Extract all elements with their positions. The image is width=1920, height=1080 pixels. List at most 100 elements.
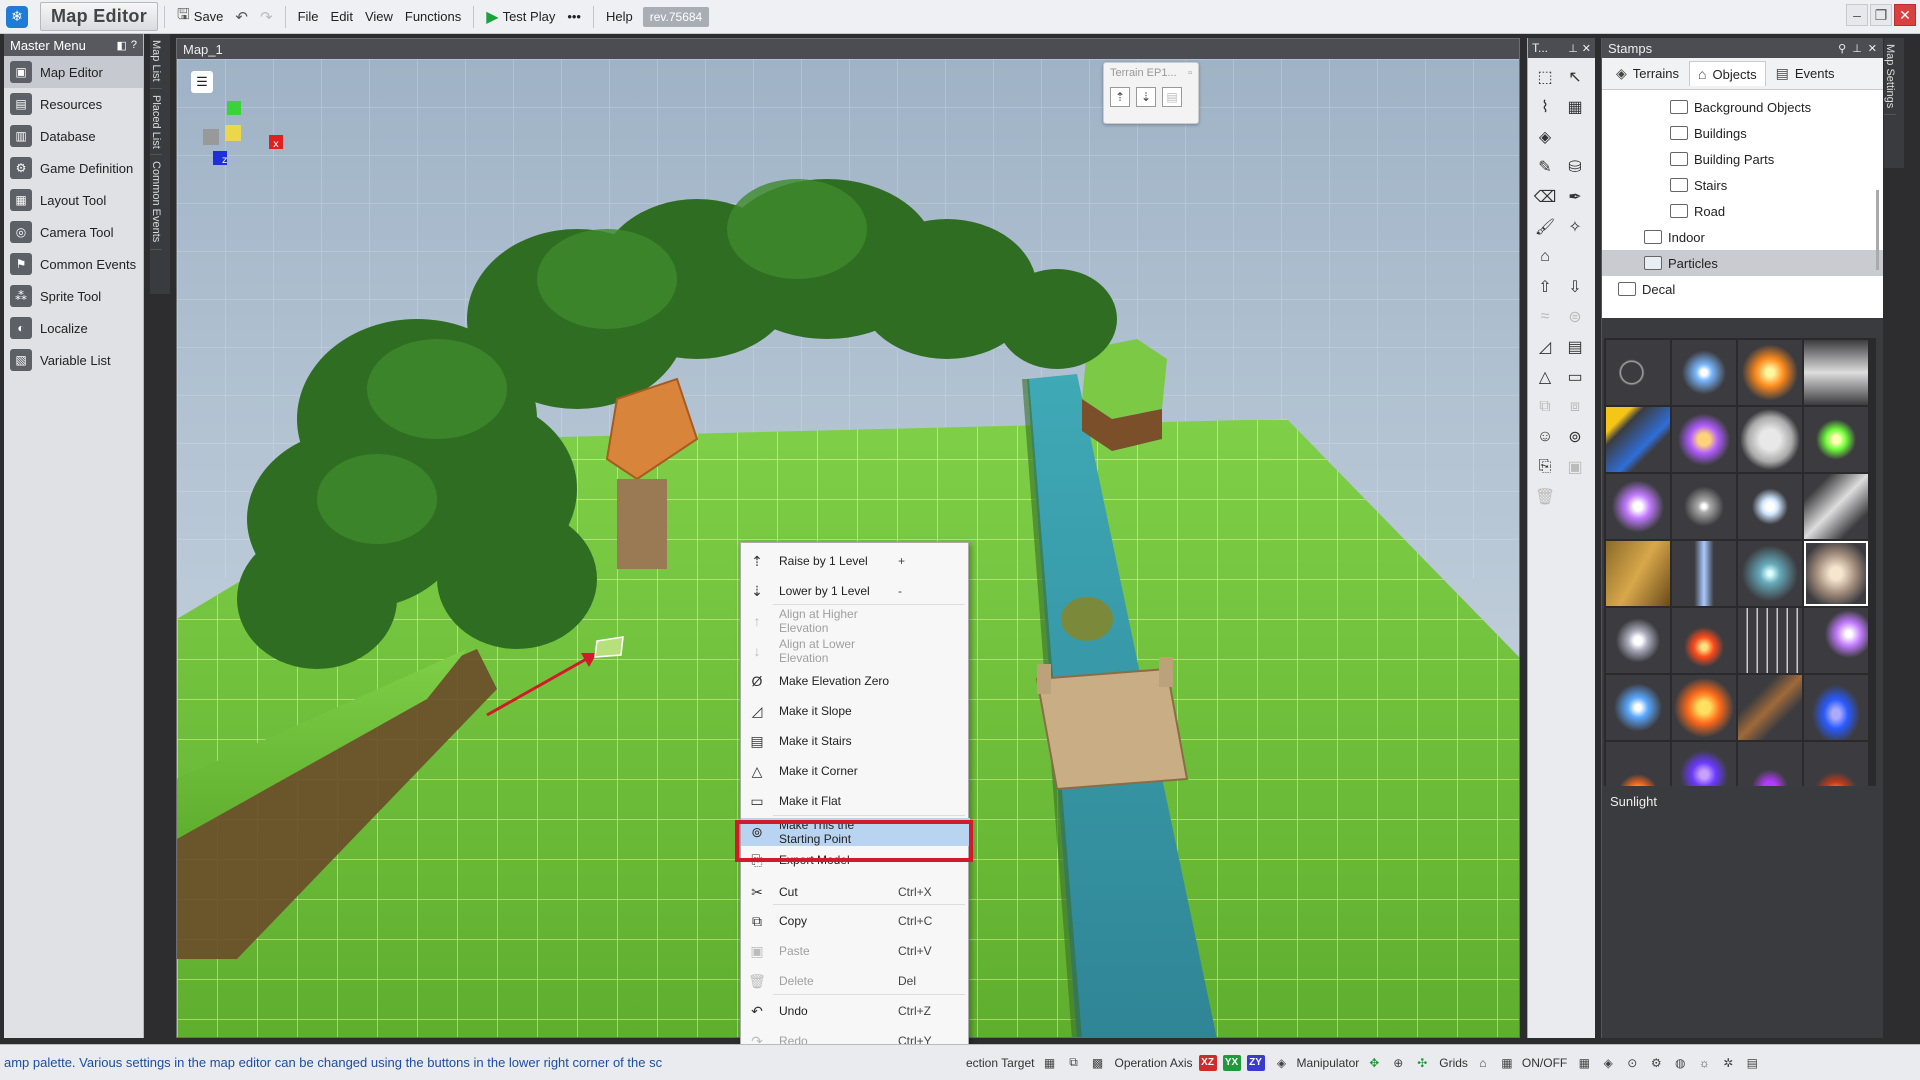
bucket-icon[interactable]: ⛁ xyxy=(1560,152,1590,182)
context-menu-item[interactable]: ▭ Make it Flat xyxy=(741,787,970,815)
more-button[interactable]: ••• xyxy=(561,4,587,30)
view-icon[interactable]: ◈ xyxy=(1599,1054,1617,1072)
tree-item[interactable]: Indoor xyxy=(1602,224,1883,250)
map-tab[interactable]: Map_1 xyxy=(177,39,1519,59)
grid-toggle-icon[interactable]: ▦ xyxy=(1498,1054,1516,1072)
context-menu-item[interactable]: ▣ Paste Ctrl+V xyxy=(741,937,970,965)
test-play-button[interactable]: ▶ Test Play xyxy=(480,4,561,30)
stamp-thumbnail[interactable] xyxy=(1672,608,1736,673)
selection-object-icon[interactable]: ⧉ xyxy=(1065,1054,1083,1072)
undo-button[interactable]: ↶ xyxy=(229,4,254,30)
menu-functions[interactable]: Functions xyxy=(399,4,467,30)
tree-item[interactable]: Stairs xyxy=(1602,172,1883,198)
wand-icon[interactable]: ✧ xyxy=(1560,212,1590,242)
stamp-thumbnail[interactable] xyxy=(1606,742,1670,786)
stamp-thumbnail[interactable] xyxy=(1738,742,1802,786)
tree-item[interactable]: Buildings xyxy=(1602,120,1883,146)
menu-file[interactable]: File xyxy=(292,4,325,30)
menu-help[interactable]: Help xyxy=(600,4,639,30)
copy-tile-icon[interactable]: ⧉ xyxy=(1530,392,1560,422)
context-menu-item[interactable]: 🗑 Delete Del xyxy=(741,967,970,995)
tab-terrains[interactable]: ◈ Terrains xyxy=(1608,61,1687,86)
tab-placed-list[interactable]: Placed List xyxy=(150,89,162,156)
lasso-select-icon[interactable]: ⌇ xyxy=(1530,92,1560,122)
stamp-thumbnail[interactable] xyxy=(1672,675,1736,740)
stamp-thumbnail[interactable] xyxy=(1672,474,1736,539)
tab-objects[interactable]: ⌂ Objects xyxy=(1689,61,1766,86)
menu-view[interactable]: View xyxy=(359,4,399,30)
tree-item[interactable]: Road xyxy=(1602,198,1883,224)
smooth-icon[interactable]: ≈ xyxy=(1530,302,1560,332)
trash-icon[interactable]: 🗑 xyxy=(1530,482,1560,512)
redo-button[interactable]: ↷ xyxy=(254,4,279,30)
clipboard-icon[interactable]: ▤ xyxy=(1162,87,1182,107)
stamp-thumbnail[interactable] xyxy=(1672,340,1736,405)
stamp-thumbnail[interactable] xyxy=(1606,474,1670,539)
stamp-thumbnail[interactable] xyxy=(1804,340,1868,405)
stamp-thumbnail[interactable] xyxy=(1738,340,1802,405)
house-icon[interactable]: ⌂ xyxy=(1530,242,1560,272)
help-icon[interactable]: ? xyxy=(131,39,137,52)
stamp-thumbnail[interactable] xyxy=(1672,742,1736,786)
stamp-thumbnail[interactable] xyxy=(1804,407,1868,472)
brush-icon[interactable]: 🖌 xyxy=(1530,212,1560,242)
master-menu-item[interactable]: ▦ Layout Tool xyxy=(4,184,143,216)
light-icon[interactable]: ☼ xyxy=(1695,1054,1713,1072)
pin-icon[interactable]: ⊥ xyxy=(1852,42,1862,55)
effects-icon[interactable]: ✲ xyxy=(1719,1054,1737,1072)
master-menu-item[interactable]: ⁂ Sprite Tool xyxy=(4,280,143,312)
rect-select-icon[interactable]: ⬚ xyxy=(1530,62,1560,92)
stamp-thumbnail[interactable] xyxy=(1804,608,1868,673)
grid-select-icon[interactable]: ▦ xyxy=(1560,92,1590,122)
manipulator-icon[interactable]: ◈ xyxy=(1273,1054,1291,1072)
eraser-icon[interactable]: ⌫ xyxy=(1530,182,1560,212)
camera-icon[interactable]: ⊙ xyxy=(1623,1054,1641,1072)
master-menu-item[interactable]: ◎ Camera Tool xyxy=(4,216,143,248)
master-menu-item[interactable]: ▧ Variable List xyxy=(4,344,143,376)
tree-item[interactable]: Background Objects xyxy=(1602,94,1883,120)
save-button[interactable]: 🖫 Save xyxy=(171,4,229,30)
tab-map-settings[interactable]: Map Settings xyxy=(1884,38,1896,116)
context-menu-item[interactable]: ⇣ Lower by 1 Level - xyxy=(741,577,970,605)
close-button[interactable]: ✕ xyxy=(1894,4,1916,26)
globe-icon[interactable]: ◍ xyxy=(1671,1054,1689,1072)
eyedropper-icon[interactable]: ✒ xyxy=(1560,182,1590,212)
stairs-icon[interactable]: ▤ xyxy=(1560,332,1590,362)
flat-icon[interactable]: ▭ xyxy=(1560,362,1590,392)
menu-edit[interactable]: Edit xyxy=(325,4,359,30)
scale-gizmo-icon[interactable]: ✣ xyxy=(1413,1054,1431,1072)
context-menu-item[interactable]: ↑ Align at Higher Elevation xyxy=(741,607,970,635)
stamp-thumbnail[interactable] xyxy=(1672,541,1736,606)
master-menu-item[interactable]: ◐ Localize xyxy=(4,312,143,344)
selection-tile-icon[interactable]: ▦ xyxy=(1041,1054,1059,1072)
tab-events[interactable]: ▤ Events xyxy=(1768,61,1843,86)
stamp-thumbnail[interactable] xyxy=(1606,340,1670,405)
tree-item[interactable]: Building Parts xyxy=(1602,146,1883,172)
close-icon[interactable]: ✕ xyxy=(1582,42,1591,55)
context-menu-item[interactable]: ⇡ Raise by 1 Level + xyxy=(741,547,970,575)
stamp-thumbnail[interactable] xyxy=(1738,407,1802,472)
tab-map-list[interactable]: Map List xyxy=(150,34,162,89)
axis-xz-button[interactable]: XZ xyxy=(1198,1054,1217,1071)
pencil-icon[interactable]: ✎ xyxy=(1530,152,1560,182)
stamp-thumbnail[interactable] xyxy=(1738,474,1802,539)
tree-item[interactable]: Decal xyxy=(1602,276,1883,302)
stamp-thumbnail[interactable] xyxy=(1738,541,1802,606)
stamp-thumbnail[interactable] xyxy=(1804,742,1868,786)
tab-common-events[interactable]: Common Events xyxy=(150,155,162,250)
context-menu-item[interactable]: ▤ Make it Stairs xyxy=(741,727,970,755)
lower-icon[interactable]: ⇩ xyxy=(1560,272,1590,302)
clipboard-icon[interactable]: ▣ xyxy=(1560,452,1590,482)
master-menu-item[interactable]: ▤ Resources xyxy=(4,88,143,120)
stamp-thumbnail[interactable] xyxy=(1804,541,1868,606)
pin-icon[interactable]: ⊥ xyxy=(1568,42,1578,55)
axis-yx-button[interactable]: YX xyxy=(1222,1054,1241,1071)
search-icon[interactable]: ⚲ xyxy=(1838,42,1846,55)
slope-icon[interactable]: ◿ xyxy=(1530,332,1560,362)
stamp-thumbnail[interactable] xyxy=(1738,608,1802,673)
context-menu-item[interactable]: Ø Make Elevation Zero xyxy=(741,667,970,695)
lower-terrain-icon[interactable]: ⇣ xyxy=(1136,87,1156,107)
settings-icon[interactable]: ⚙ xyxy=(1647,1054,1665,1072)
master-menu-item[interactable]: ▥ Database xyxy=(4,120,143,152)
pointer-icon[interactable]: ↖ xyxy=(1560,62,1590,92)
